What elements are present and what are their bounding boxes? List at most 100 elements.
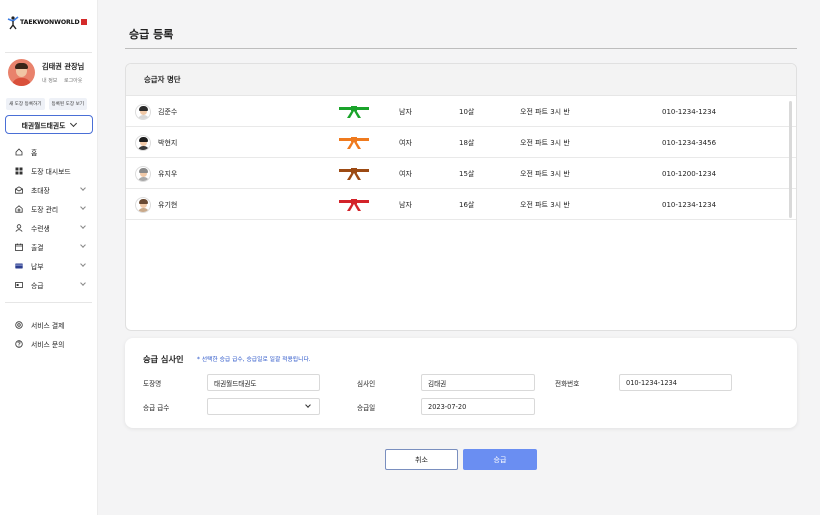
- student-avatar: [135, 127, 151, 158]
- invitation-icon: [15, 185, 23, 194]
- sidebar-item-label: 서비스 문의: [31, 340, 65, 349]
- sidebar-item-payment[interactable]: 납부: [15, 256, 89, 275]
- profile: 김태권 관장님 내 정보 로그아웃: [8, 59, 87, 86]
- sidebar-item-invitation[interactable]: 초대장: [15, 180, 89, 199]
- phone-field[interactable]: 010-1234-1234: [619, 374, 732, 391]
- sidebar-item-label: 수련생: [31, 224, 50, 233]
- student-age: 16살: [459, 200, 475, 209]
- student-class: 오전 파트 3시 반: [520, 138, 570, 147]
- page-title: 승급 등록: [129, 28, 174, 41]
- student-avatar: [135, 158, 151, 189]
- sidebar: TAEKWONWORLD 김태권 관장님 내 정보 로그아웃 새 도장 등록하기…: [0, 0, 98, 515]
- sidebar-item-label: 도장 대시보드: [31, 167, 71, 176]
- sidebar-item-service-payment[interactable]: 서비스 결제: [15, 315, 89, 334]
- grade-select[interactable]: [207, 398, 320, 415]
- roster-title: 승급자 명단: [126, 64, 796, 96]
- sidebar-item-home[interactable]: 홈: [15, 142, 89, 161]
- taekwon-figure-icon: [7, 15, 19, 30]
- belt-icon: [339, 127, 369, 158]
- chevron-down-icon: [80, 223, 86, 229]
- new-dojo-button[interactable]: 새 도장 등록하기: [6, 98, 45, 110]
- home-icon: [15, 147, 23, 156]
- student-class: 오전 파트 3시 반: [520, 107, 570, 116]
- phone-label: 전화번호: [555, 380, 580, 388]
- sidebar-item-label: 납부: [31, 262, 44, 271]
- examiner-label: 심사인: [357, 380, 376, 388]
- logout-link[interactable]: 로그아웃: [64, 78, 82, 84]
- table-row[interactable]: 김준수 남자 10살 오전 파트 3시 반 010-1234-1234: [126, 96, 796, 127]
- grading-note: * 선택한 승급 급수, 승급일로 일괄 적용됩니다.: [197, 357, 311, 363]
- phone-value: 010-1234-1234: [626, 378, 677, 387]
- student-gender: 남자: [399, 200, 412, 209]
- sidebar-item-service-inquiry[interactable]: 서비스 문의: [15, 334, 89, 353]
- sidebar-divider: [5, 52, 92, 53]
- student-class: 오전 파트 3시 반: [520, 169, 570, 178]
- badge-icon: [15, 281, 23, 289]
- title-divider: [125, 48, 797, 49]
- student-phone: 010-1200-1234: [662, 169, 717, 178]
- sidebar-divider: [5, 302, 92, 303]
- sidebar-item-dojo[interactable]: 도장 관리: [15, 199, 89, 218]
- my-info-link[interactable]: 내 정보: [42, 78, 57, 84]
- roster-panel: 승급자 명단 김준수 남자 10살 오전 파트 3시 반 010-1234-1234 박현…: [125, 63, 797, 331]
- dashboard-icon: [15, 167, 23, 175]
- student-phone: 010-1234-1234: [662, 107, 717, 116]
- sidebar-nav-bottom: 서비스 결제 서비스 문의: [15, 315, 89, 353]
- sidebar-item-label: 출결: [31, 243, 44, 252]
- table-row[interactable]: 박현지 여자 18살 오전 파트 3시 반 010-1234-3456: [126, 127, 796, 158]
- sidebar-item-label: 서비스 결제: [31, 321, 65, 330]
- belt-icon: [339, 158, 369, 189]
- logo[interactable]: TAEKWONWORLD: [7, 15, 87, 30]
- student-phone: 010-1234-3456: [662, 138, 717, 147]
- sidebar-item-promotion[interactable]: 승급: [15, 275, 89, 294]
- examiner-value: 김태권: [428, 379, 447, 388]
- cancel-button[interactable]: 취소: [385, 449, 458, 470]
- sidebar-item-label: 도장 관리: [31, 205, 59, 214]
- sidebar-item-attendance[interactable]: 출결: [15, 237, 89, 256]
- chevron-down-icon: [80, 261, 86, 267]
- payment-icon: [15, 320, 23, 329]
- dojo-icon: [15, 204, 23, 213]
- sidebar-item-label: 초대장: [31, 186, 50, 195]
- student-age: 15살: [459, 169, 475, 178]
- help-icon: [15, 339, 23, 348]
- sidebar-item-dashboard[interactable]: 도장 대시보드: [15, 161, 89, 180]
- card-icon: [15, 262, 23, 270]
- chevron-down-icon: [80, 242, 86, 248]
- roster-list: 김준수 남자 10살 오전 파트 3시 반 010-1234-1234 박현지 여자 18살 오…: [126, 96, 796, 220]
- student-class: 오전 파트 3시 반: [520, 200, 570, 209]
- sidebar-item-students[interactable]: 수련생: [15, 218, 89, 237]
- student-gender: 여자: [399, 138, 412, 147]
- dojo-select[interactable]: 태권월드태권도: [5, 115, 93, 134]
- date-label: 승급일: [357, 404, 376, 412]
- chevron-down-icon: [70, 119, 78, 127]
- roster-scrollbar[interactable]: [789, 101, 792, 218]
- student-name: 유지우: [158, 169, 178, 178]
- dojo-name-field[interactable]: 태권월드태권도: [207, 374, 320, 391]
- promote-button[interactable]: 승급: [463, 449, 537, 470]
- dojo-name-label: 도장명: [143, 380, 162, 388]
- sidebar-nav: 홈 도장 대시보드 초대장 도장 관리 수련생 출결 납부 승급: [15, 142, 89, 294]
- logo-text: TAEKWONWORLD: [20, 18, 80, 26]
- date-field[interactable]: 2023-07-20: [421, 398, 535, 415]
- avatar[interactable]: [8, 59, 35, 86]
- belt-icon: [339, 96, 369, 127]
- chevron-down-icon: [80, 185, 86, 191]
- registered-dojo-button[interactable]: 등록된 도장 보기: [48, 98, 88, 110]
- logo-badge-icon: [80, 19, 87, 25]
- belt-icon: [339, 189, 369, 220]
- chevron-down-icon: [305, 402, 311, 408]
- table-row[interactable]: 유지우 여자 15살 오전 파트 3시 반 010-1200-1234: [126, 158, 796, 189]
- student-avatar: [135, 96, 151, 127]
- dojo-select-value: 태권월드태권도: [21, 121, 66, 130]
- student-avatar: [135, 189, 151, 220]
- chevron-down-icon: [80, 280, 86, 286]
- student-name: 유기현: [158, 200, 178, 209]
- student-age: 18살: [459, 138, 475, 147]
- examiner-field[interactable]: 김태권: [421, 374, 535, 391]
- student-phone: 010-1234-1234: [662, 200, 717, 209]
- sidebar-item-label: 홈: [31, 148, 38, 157]
- grading-title: 승급 심사인: [143, 354, 184, 364]
- dojo-name-value: 태권월드태권도: [214, 379, 257, 388]
- table-row[interactable]: 유기현 남자 16살 오전 파트 3시 반 010-1234-1234: [126, 189, 796, 220]
